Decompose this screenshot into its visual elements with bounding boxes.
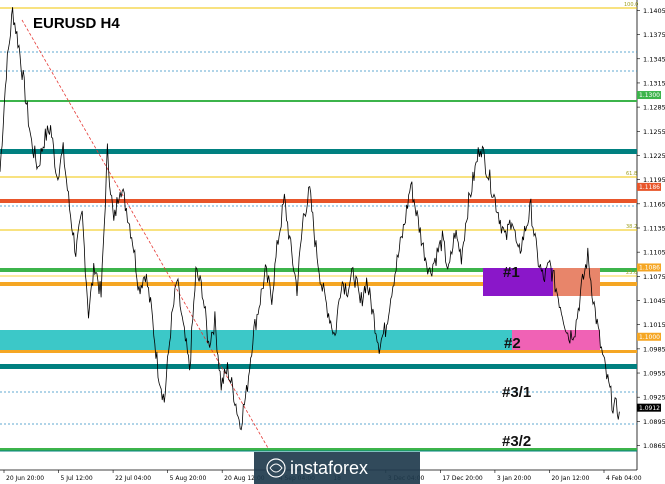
zone-label-3-1: #3/1 <box>502 384 531 401</box>
price-level-label: 1.0912 <box>639 405 660 412</box>
y-tick-label: 1.1375 <box>643 31 665 39</box>
watermark-text: instaforex <box>290 458 368 478</box>
red-level-band <box>0 199 637 203</box>
price-level-label: 1.1186 <box>639 184 660 191</box>
y-tick-label: 1.0895 <box>643 418 665 426</box>
y-tick-label: 1.1135 <box>643 224 665 232</box>
y-tick-label: 1.0985 <box>643 345 665 353</box>
y-tick-label: 1.1345 <box>643 55 665 63</box>
y-tick-label: 1.1165 <box>643 200 665 208</box>
y-tick-label: 1.1045 <box>643 297 665 305</box>
x-tick-label: 3 Jan 20:00 <box>497 475 531 482</box>
price-level-label: 1.1000 <box>639 334 660 341</box>
fib-label: 23.6 <box>626 270 637 276</box>
zone-label-3-2: #3/2 <box>502 433 531 450</box>
zone-1-salmon-box <box>553 268 600 296</box>
price-level-label: 1.1086 <box>639 265 660 272</box>
zone-label-1: #1 <box>503 264 520 281</box>
teal-level-band <box>0 149 637 154</box>
y-tick-label: 1.1075 <box>643 273 665 281</box>
price-level-label: 1.1300 <box>639 92 660 99</box>
y-tick-label: 1.1405 <box>643 7 665 15</box>
fib-label: 38.2 <box>626 224 637 230</box>
orange-level-band-2 <box>0 350 637 353</box>
y-tick-label: 1.1105 <box>643 249 665 257</box>
zone-2-pink-box <box>512 330 600 351</box>
fib-label: 100.0 <box>624 2 638 8</box>
x-tick-label: 17 Dec 20:00 <box>442 475 483 482</box>
y-tick-label: 1.1015 <box>643 321 665 329</box>
y-tick-label: 1.1225 <box>643 152 665 160</box>
y-tick-label: 1.0955 <box>643 370 665 378</box>
y-tick-label: 1.1255 <box>643 128 665 136</box>
x-tick-label: 4 Feb 04:00 <box>606 475 642 482</box>
x-tick-label: 20 Jun 20:00 <box>6 475 44 482</box>
fib-label: 61.8 <box>626 171 637 177</box>
x-tick-label: 5 Aug 20:00 <box>170 475 207 482</box>
price-chart: EURUSD H4 100.0 61.8 38.2 23.6 #1 #2 #3/… <box>0 0 665 484</box>
y-tick-label: 1.1315 <box>643 79 665 87</box>
y-tick-label: 1.0925 <box>643 394 665 402</box>
x-tick-label: 22 Jul 04:00 <box>115 475 151 482</box>
y-tick-label: 1.0865 <box>643 442 665 450</box>
x-tick-label: 20 Jan 12:00 <box>551 475 589 482</box>
zone-2-cyan-box <box>0 330 512 351</box>
x-tick-label: 5 Jul 12:00 <box>61 475 93 482</box>
y-tick-label: 1.1285 <box>643 104 665 112</box>
zone-label-2: #2 <box>504 335 521 352</box>
teal-level-band-2 <box>0 364 637 369</box>
chart-title: EURUSD H4 <box>33 15 120 32</box>
